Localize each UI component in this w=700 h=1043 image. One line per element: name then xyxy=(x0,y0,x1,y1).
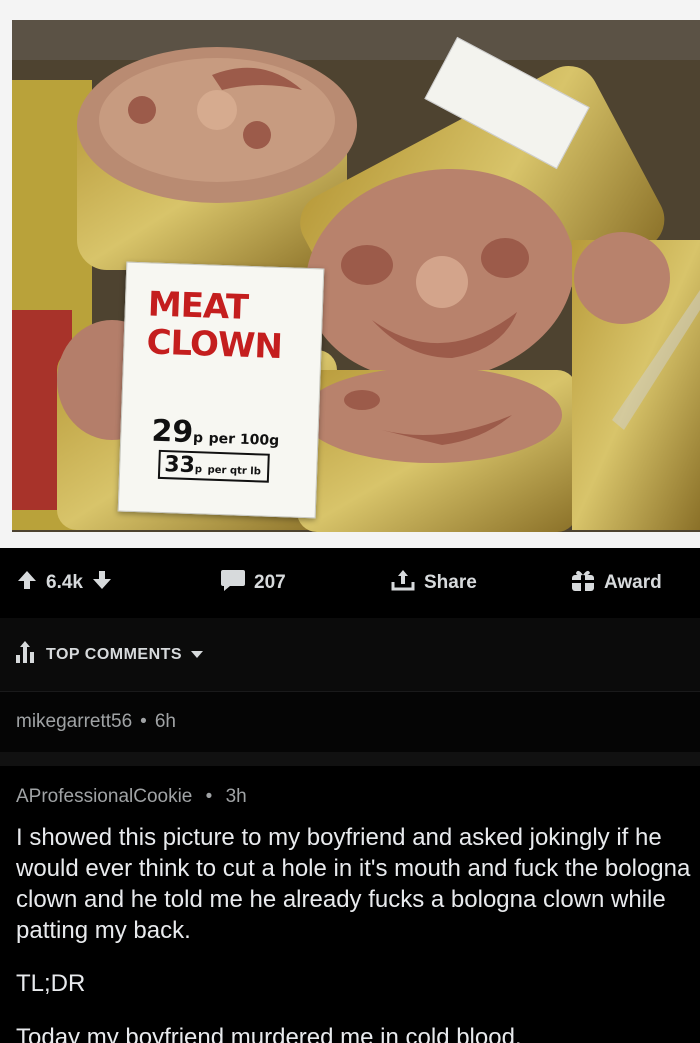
post-action-bar: 6.4k 207 Share Award xyxy=(0,548,700,618)
comment-body-paragraph: Today my boyfriend murdered me in cold b… xyxy=(16,1024,522,1043)
price-unit: p xyxy=(192,430,204,447)
gift-icon xyxy=(570,568,596,598)
sign-price-100g: 29p per 100g xyxy=(151,414,280,453)
comment-count: 207 xyxy=(254,572,286,593)
share-icon xyxy=(390,568,416,598)
comment-author[interactable]: AProfessionalCookie xyxy=(16,786,192,807)
sign-title: MEAT CLOWN xyxy=(145,284,283,368)
chevron-down-icon xyxy=(190,646,204,664)
price-unit: p xyxy=(194,464,203,476)
sign-price-qtr-lb: 33p per qtr lb xyxy=(157,449,270,483)
vote-count: 6.4k xyxy=(46,572,83,593)
comment-body-paragraph: TL;DR xyxy=(16,970,86,997)
share-button[interactable]: Share xyxy=(390,548,477,618)
comment-body-paragraph: I showed this picture to my boyfriend an… xyxy=(16,824,691,944)
price-amount: 29 xyxy=(150,413,194,451)
comment-meta: AProfessionalCookie • 3h xyxy=(16,786,247,808)
comment-age: 3h xyxy=(225,786,247,807)
comment-spacer xyxy=(0,752,700,766)
post-image-frame: MEAT CLOWN 29p per 100g 33p per qtr lb xyxy=(0,0,700,548)
comment-sort-selector[interactable]: TOP COMMENTS xyxy=(0,618,700,691)
share-label: Share xyxy=(424,572,477,593)
meat-clown-photo xyxy=(12,20,700,532)
comment-collapsed[interactable]: mikegarrett56 • 6h xyxy=(0,692,700,752)
sort-top-icon xyxy=(14,641,38,668)
vote-group: 6.4k xyxy=(16,548,113,618)
downvote-icon[interactable] xyxy=(91,569,113,597)
meta-separator: • xyxy=(140,711,147,732)
comment-bubble-icon xyxy=(220,568,246,598)
meta-separator: • xyxy=(205,786,213,807)
post-image[interactable]: MEAT CLOWN 29p per 100g 33p per qtr lb xyxy=(12,20,700,532)
comment-age: 6h xyxy=(154,711,176,732)
comments-button[interactable]: 207 xyxy=(220,548,286,618)
price-per: per qtr lb xyxy=(207,464,262,478)
price-sign: MEAT CLOWN 29p per 100g 33p per qtr lb xyxy=(117,261,325,519)
award-button[interactable]: Award xyxy=(570,548,662,618)
price-amount: 33 xyxy=(163,452,196,479)
sort-label: TOP COMMENTS xyxy=(46,645,183,663)
upvote-icon[interactable] xyxy=(16,569,38,597)
award-label: Award xyxy=(604,572,662,593)
comment: AProfessionalCookie • 3h I showed this p… xyxy=(0,766,700,1043)
price-per: per 100g xyxy=(208,430,280,450)
comment-author[interactable]: mikegarrett56 xyxy=(16,711,132,733)
